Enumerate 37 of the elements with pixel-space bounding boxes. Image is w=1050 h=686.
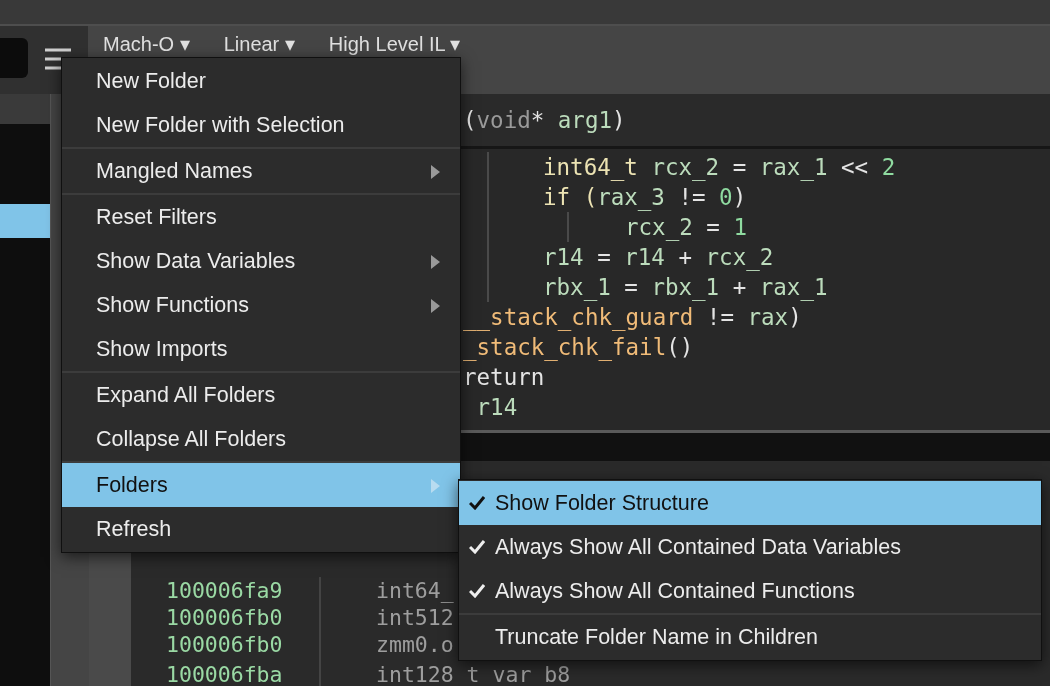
menu-item[interactable]: Always Show All Contained Data Variables [459,525,1041,569]
type-cell-text: int64_ [375,579,454,602]
type-cell-text: zmm0.o [375,633,454,656]
menu-item[interactable]: Expand All Folders [62,373,460,417]
code-line: __stack_chk_guard != rax) [463,302,802,332]
menu-item[interactable]: Collapse All Folders [62,417,460,461]
menu-item[interactable]: Show Functions [62,283,460,327]
search-field[interactable] [0,38,28,78]
code-line: return [463,362,545,392]
menu-item[interactable]: Show Folder Structure [459,481,1041,525]
code-line: rcx_2 = 1 [625,213,747,240]
type-cell-text: int128_t var_b8 [375,664,571,686]
menu-item[interactable]: New Folder [62,59,460,103]
code-line: r14 = r14 + rcx_2 [543,243,774,270]
code-line: r14 [475,392,518,422]
menu-item[interactable]: Folders [62,463,460,507]
code-line: _stack_chk_fail() [463,332,694,362]
view-selector[interactable]: Linear ▾ [223,32,295,56]
menu-item[interactable]: Truncate Folder Name in Children [459,615,1041,659]
view-selector[interactable]: Mach-O ▾ [103,32,190,56]
address-cell: 100006fba [166,664,283,686]
menu-item[interactable]: New Folder with Selection [62,103,460,147]
menu-item[interactable]: Show Imports [62,327,460,371]
menu-item[interactable]: Mangled Names [62,149,460,193]
code-line: if (rax_3 != 0) [543,183,747,210]
address-cell: 100006fb0 [166,606,283,629]
function-signature: (void* arg1) [463,106,626,133]
type-cell-text: int512 [375,606,454,629]
menu-item[interactable]: Always Show All Contained Functions [459,569,1041,613]
menu-item[interactable]: Show Data Variables [62,239,460,283]
menu-item[interactable]: Reset Filters [62,195,460,239]
view-selector[interactable]: High Level IL ▾ [328,32,461,56]
address-cell: 100006fa9 [166,579,283,602]
menu-item[interactable]: Refresh [62,507,460,551]
code-line: rbx_1 = rbx_1 + rax_1 [543,273,828,300]
address-cell: 100006fb0 [166,633,283,656]
code-line: int64_t rcx_2 = rax_1 << 2 [543,153,896,180]
